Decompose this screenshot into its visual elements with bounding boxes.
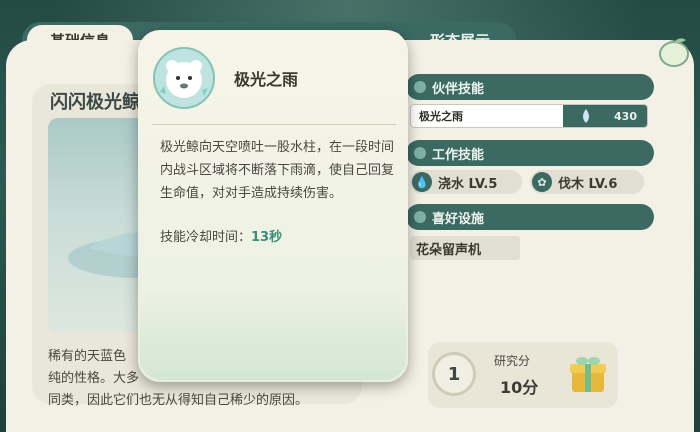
skill-description: 极光鲸向天空喷吐一股水柱，在一段时间内战斗区域将不断落下雨滴，使自己回复生命值，…: [160, 140, 395, 201]
work-skill-header: 工作技能: [406, 140, 654, 166]
section-title: 工作技能: [432, 147, 485, 163]
divider: [152, 124, 396, 125]
bullet-icon: [414, 81, 426, 93]
water-drop-icon: 💧: [412, 172, 432, 192]
partner-skill-header: 伙伴技能: [406, 74, 654, 100]
work-skill-label: 伐木 LV.6: [558, 176, 618, 192]
work-skill-label: 浇水 LV.5: [438, 176, 498, 192]
work-skill-watering[interactable]: 💧 浇水 LV.5: [410, 170, 522, 194]
bullet-icon: [414, 211, 426, 223]
description-line: 同类，因此它们也无从得知自己稀少的原因。: [48, 393, 309, 408]
gift-box-icon[interactable]: [566, 352, 610, 396]
partner-skill-value: 430: [563, 105, 647, 127]
bullet-icon: [414, 147, 426, 159]
partner-skill-name: 极光之雨: [419, 110, 463, 123]
pal-name: 闪闪极光鲸: [50, 92, 140, 113]
pal-avatar-icon: [153, 47, 215, 109]
skill-title: 极光之雨: [234, 70, 299, 89]
leaf-axe-icon: ✿: [532, 172, 552, 192]
research-label: 研究分: [494, 354, 531, 368]
research-value: 10分: [500, 378, 539, 397]
research-level-badge: 1: [432, 352, 476, 396]
partner-skill-bar[interactable]: 极光之雨 430: [410, 104, 648, 128]
work-skill-lumbering[interactable]: ✿ 伐木 LV.6: [530, 170, 644, 194]
section-title: 喜好设施: [432, 211, 485, 227]
popup-decoration: [140, 290, 406, 380]
section-title: 伙伴技能: [432, 81, 485, 97]
cooldown-value: 13秒: [251, 230, 283, 245]
water-drop-icon: [583, 109, 589, 123]
favorite-facility-chip[interactable]: 花朵留声机: [410, 236, 520, 260]
skill-cooldown: 技能冷却时间：13秒: [160, 226, 282, 245]
favorite-facility-header: 喜好设施: [406, 204, 654, 230]
leaf-icon: [659, 38, 689, 67]
cooldown-label: 技能冷却时间：: [160, 230, 252, 245]
